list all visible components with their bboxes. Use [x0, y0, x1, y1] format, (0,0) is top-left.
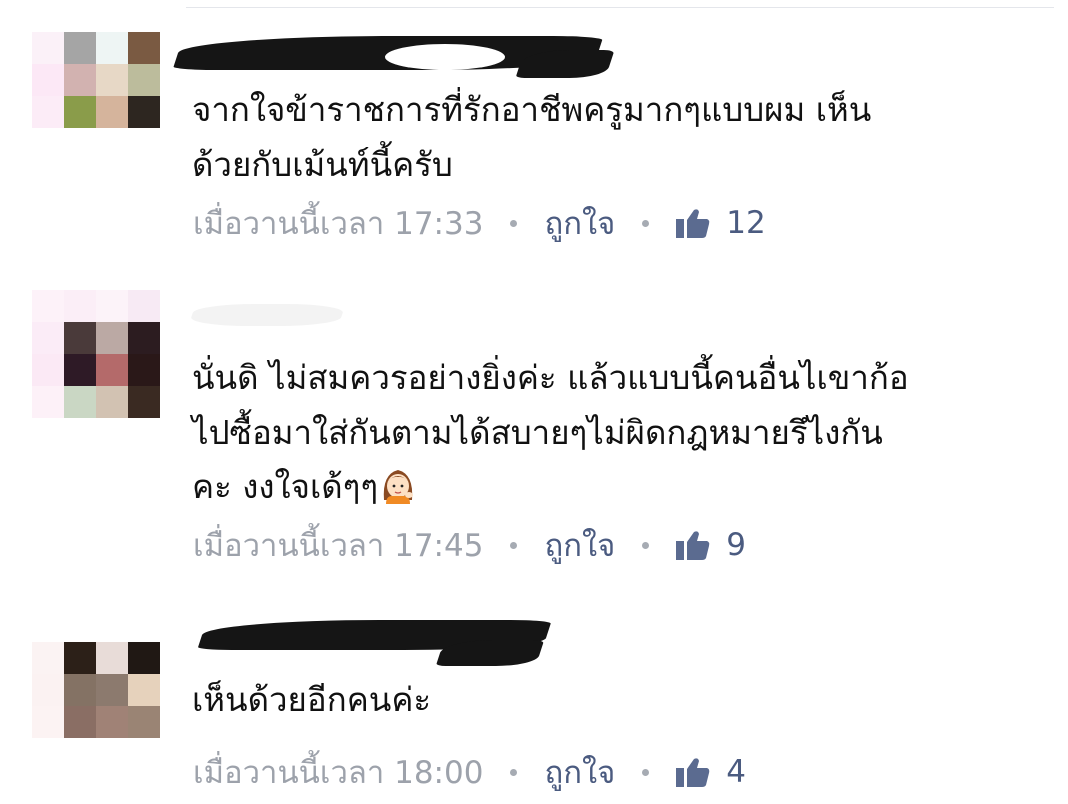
comment-text-line: นั่นดิ ไม่สมควรอย่างยิ่งค่ะ แล้วแบบนี้คน…: [192, 358, 909, 397]
avatar[interactable]: [32, 32, 160, 160]
person-tipping-hand-emoji: [383, 470, 414, 504]
separator-dot: [642, 768, 650, 776]
thumbs-up-icon[interactable]: [676, 757, 710, 787]
like-button[interactable]: ถูกใจ: [544, 747, 615, 797]
comment-timestamp[interactable]: เมื่อวานนี้เวลา 17:33: [193, 198, 483, 248]
thumbs-up-icon[interactable]: [676, 530, 710, 560]
separator-dot: [642, 541, 650, 549]
comment-text-line: ด้วยกับเม้นท์นี้ครับ: [192, 145, 453, 184]
separator-dot: [510, 541, 518, 549]
comment-text-line: คะ งงใจเด้ๆๆ: [192, 466, 416, 507]
top-divider: [186, 7, 1054, 8]
like-button[interactable]: ถูกใจ: [544, 198, 615, 248]
separator-dot: [642, 219, 650, 227]
avatar[interactable]: [32, 290, 160, 418]
comment-text-line: เห็นด้วยอีกคนค่ะ: [192, 680, 432, 719]
like-button[interactable]: ถูกใจ: [544, 520, 615, 570]
comment-timestamp[interactable]: เมื่อวานนี้เวลา 18:00: [193, 747, 483, 797]
comment-meta: เมื่อวานนี้เวลา 18:00 ถูกใจ 4: [193, 752, 746, 792]
comment-meta: เมื่อวานนี้เวลา 17:33 ถูกใจ 12: [193, 203, 766, 243]
comment-text-line: จากใจข้าราชการที่รักอาชีพครูมากๆแบบผม เห…: [192, 90, 872, 129]
separator-dot: [510, 219, 518, 227]
comment-text-line: ไปซื้อมาใส่กันตามได้สบายๆไม่ผิดกฎหมายรึไ…: [192, 413, 883, 452]
like-count[interactable]: 9: [726, 527, 746, 563]
thumbs-up-icon[interactable]: [676, 208, 710, 238]
like-count[interactable]: 12: [726, 205, 765, 241]
like-count[interactable]: 4: [726, 754, 746, 790]
comment-meta: เมื่อวานนี้เวลา 17:45 ถูกใจ 9: [193, 525, 746, 565]
comment-text-fragment: คะ งงใจเด้ๆๆ: [192, 467, 379, 506]
avatar[interactable]: [32, 610, 160, 738]
comment-timestamp[interactable]: เมื่อวานนี้เวลา 17:45: [193, 520, 483, 570]
separator-dot: [510, 768, 518, 776]
